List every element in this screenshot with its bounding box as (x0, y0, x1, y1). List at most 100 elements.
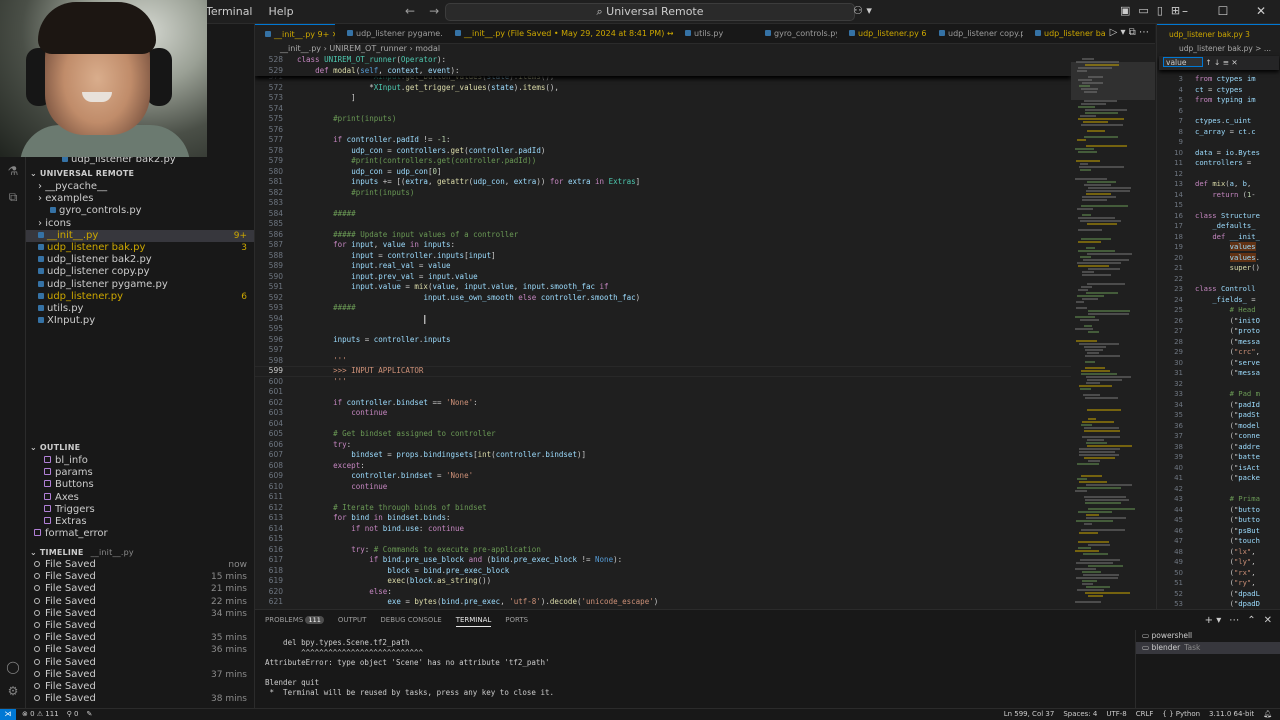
code-line[interactable]: input.use_own_smooth else controller.smo… (297, 293, 640, 304)
code-line[interactable]: super() (1195, 263, 1260, 274)
sticky-code-line[interactable]: def modal(self, context, event): (297, 66, 460, 77)
close-tab-icon[interactable]: ✕ (329, 30, 335, 39)
code-line[interactable]: else: (297, 587, 392, 598)
outline-item[interactable]: Extras (26, 516, 254, 528)
forward-arrow-icon[interactable]: → (429, 4, 439, 18)
code-line[interactable]: input = controller.inputs[input] (297, 251, 496, 262)
code-line[interactable]: ("packe (1195, 473, 1260, 484)
code-line[interactable]: ("messa (1195, 337, 1260, 348)
code-line[interactable]: ("dpadD (1195, 599, 1260, 609)
code-line[interactable]: ("model (1195, 421, 1260, 432)
tree-folder[interactable]: › icons (26, 218, 254, 230)
code-line[interactable]: ("butto (1195, 505, 1260, 516)
code-line[interactable]: continue (297, 482, 387, 493)
timeline-entry[interactable]: File Saved 36 mins (26, 644, 254, 656)
workspace-header[interactable]: ⌄ UNIVERSAL REMOTE (26, 168, 254, 180)
remote-explorer-icon[interactable]: ⧉ (6, 190, 20, 204)
code-line[interactable]: ("isAct (1195, 463, 1260, 474)
code-line[interactable]: controllers = (1195, 158, 1256, 169)
code-line[interactable]: if controller.bindset == 'None': (297, 398, 478, 409)
code-line[interactable]: return (1- (1195, 190, 1255, 201)
code-line[interactable]: if controller.padId != -1: (297, 135, 450, 146)
sticky-code-line[interactable]: class UNIREM_OT_runner(Operator): (297, 55, 446, 66)
code-line[interactable]: block = bind.pre_exec_block (297, 566, 509, 577)
code-line[interactable]: exe = bytes(bind.pre_exec, 'utf-8').deco… (297, 597, 658, 608)
code-line[interactable]: c_array = ct.c (1195, 127, 1256, 138)
code-line[interactable]: # Iterate through binds of bindset (297, 503, 487, 514)
outline-item[interactable]: params (26, 467, 254, 479)
extensions-icon[interactable]: ✎ (86, 709, 92, 720)
notifications-icon[interactable]: 🔔︎ (1263, 709, 1272, 720)
code-line[interactable]: input.prev_val = input.value (297, 272, 477, 283)
secondary-editor[interactable]: udp_listener bak.py 3 udp_listener bak.p… (1156, 24, 1280, 609)
code-line[interactable]: ("crc", (1195, 347, 1260, 358)
code-line[interactable]: ("dpadL (1195, 589, 1260, 600)
code-line[interactable]: ("addre (1195, 442, 1260, 453)
settings-gear-icon[interactable]: ⚙ (6, 684, 20, 698)
menu-help[interactable]: Help (269, 5, 294, 18)
timeline-entry[interactable]: File Saved (26, 681, 254, 693)
code-line[interactable]: ] (297, 93, 356, 104)
minimap[interactable] (1071, 54, 1155, 609)
ports-icon[interactable]: ⚲ 0 (67, 709, 79, 720)
code-line[interactable]: def __init_ (1195, 232, 1260, 243)
code-line[interactable]: ''' (297, 377, 347, 388)
timeline-header[interactable]: ⌄ TIMELINE __init__.py (26, 547, 254, 559)
language-mode[interactable]: { } Python (1162, 709, 1200, 720)
tree-file[interactable]: udp_listener bak.py 3 (26, 242, 254, 254)
account-icon[interactable]: ◯ (6, 660, 20, 674)
editor-tab[interactable]: udp_listener copy.py (929, 24, 1023, 44)
code-line[interactable]: if bind.pre_use_block and (bind.pre_exec… (297, 555, 622, 566)
code-line[interactable]: def mix(a, b, (1195, 179, 1256, 190)
code-line[interactable]: _fields_ = (1195, 295, 1255, 306)
editor-tab[interactable]: gyro_controls.py (755, 24, 837, 44)
close-panel-icon[interactable]: ✕ (1264, 615, 1272, 626)
tree-folder[interactable]: › examples (26, 193, 254, 205)
code-line[interactable]: ("ly", (1195, 557, 1256, 568)
secondary-breadcrumb[interactable]: udp_listener bak.py > ... (1157, 44, 1271, 54)
code-line[interactable]: for bind in bindset.binds: (297, 513, 450, 524)
code-line[interactable]: ("touch (1195, 536, 1260, 547)
maximize-panel-icon[interactable]: ⌃ (1247, 615, 1255, 626)
code-line[interactable]: bindset = props.bindingsets[int(controll… (297, 450, 586, 461)
code-line[interactable]: # Get bindset assigned to controller (297, 429, 496, 440)
toggle-secondary-sidebar-icon[interactable]: ▯ (1157, 4, 1163, 17)
code-line[interactable]: ##### (297, 303, 356, 314)
code-line[interactable]: try: (297, 440, 351, 451)
toggle-sidebar-icon[interactable]: ▣ (1120, 4, 1130, 17)
more-actions-icon[interactable]: ⋯ (1229, 615, 1239, 626)
encoding[interactable]: UTF-8 (1106, 709, 1126, 720)
tab-ports[interactable]: PORTS (505, 616, 528, 627)
code-line[interactable]: try: # Commands to execute pre-applicati… (297, 545, 541, 556)
tab-terminal[interactable]: TERMINAL (455, 616, 492, 627)
new-terminal-icon[interactable]: + ▾ (1205, 615, 1222, 626)
cursor-position[interactable]: Ln 599, Col 37 (1004, 709, 1055, 720)
tab-debug-console[interactable]: DEBUG CONSOLE (380, 616, 441, 627)
code-line[interactable]: class Structure (1195, 211, 1260, 222)
code-line[interactable]: ("rx", (1195, 568, 1256, 579)
testing-icon[interactable]: ⚗ (6, 164, 20, 178)
code-line[interactable]: ("butto (1195, 515, 1260, 526)
tree-file[interactable]: udp_listener bak2.py (26, 254, 254, 266)
sticky-scroll[interactable]: 528 class UNIREM_OT_runner(Operator): 529 … (255, 54, 1071, 76)
outline-item[interactable]: bl_info (26, 455, 254, 467)
code-line[interactable]: ("initO (1195, 316, 1260, 327)
code-line[interactable]: #print(inputs) (297, 188, 414, 199)
editor-tab[interactable]: __init__.py (File Saved • May 29, 2024 a… (445, 24, 673, 44)
minimize-icon[interactable]: – (1166, 0, 1204, 24)
code-line[interactable]: ##### Update input values of a controlle… (297, 230, 518, 241)
tree-file[interactable]: XInput.py (26, 315, 254, 327)
back-arrow-icon[interactable]: ← (405, 4, 415, 18)
tree-file[interactable]: utils.py (26, 303, 254, 315)
code-line[interactable]: from typing im (1195, 95, 1256, 106)
code-line[interactable]: ("serve (1195, 358, 1260, 369)
code-line[interactable]: ("padSt (1195, 410, 1260, 421)
timeline-entry[interactable]: File Saved 34 mins (26, 608, 254, 620)
code-line[interactable]: ("ry", (1195, 578, 1256, 589)
code-line[interactable]: inputs = controller.inputs (297, 335, 450, 346)
timeline-entry[interactable]: File Saved 35 mins (26, 632, 254, 644)
code-line[interactable]: ctypes.c_uint (1195, 116, 1251, 127)
code-line[interactable]: ("messa (1195, 368, 1260, 379)
code-line[interactable]: from ctypes im (1195, 74, 1256, 85)
breadcrumb-class[interactable]: UNIREM_OT_runner (329, 44, 407, 53)
